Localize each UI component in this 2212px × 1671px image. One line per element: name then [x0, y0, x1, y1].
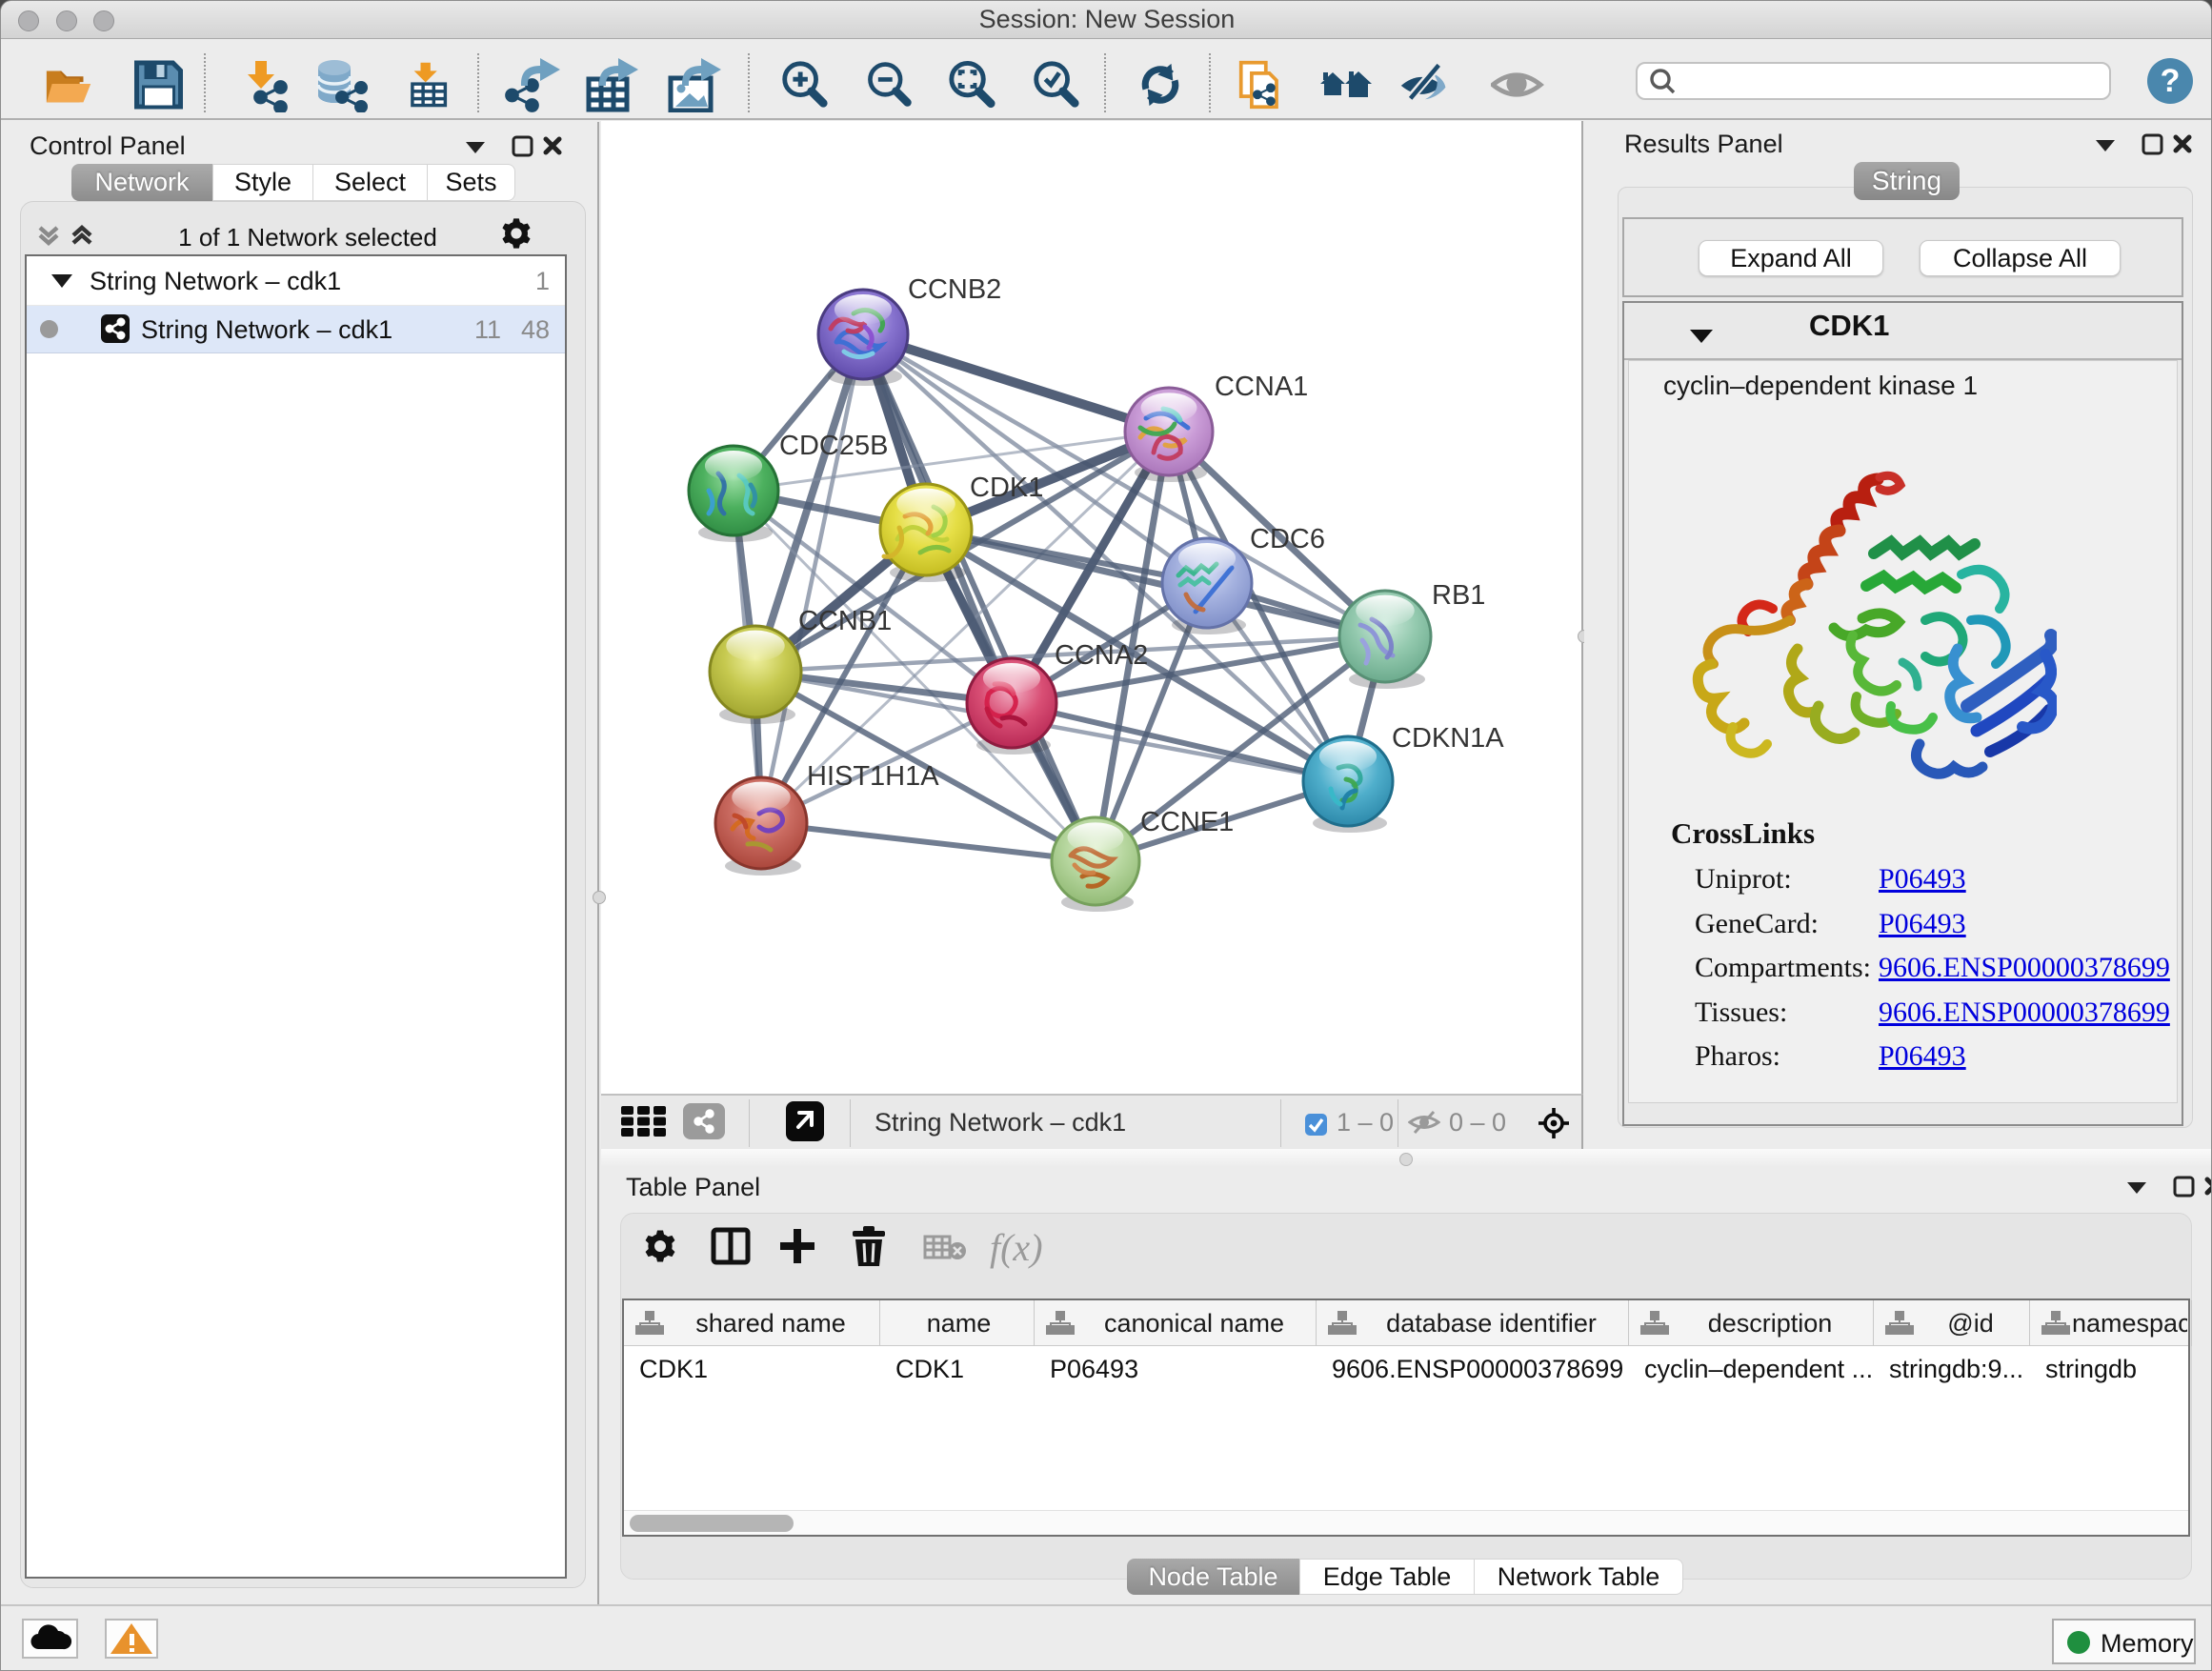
svg-text:CDC25B: CDC25B — [779, 431, 888, 461]
svg-text:HIST1H1A: HIST1H1A — [807, 761, 939, 792]
svg-text:CCNB2: CCNB2 — [908, 274, 1001, 305]
svg-text:CDC6: CDC6 — [1250, 524, 1325, 554]
svg-text:CDKN1A: CDKN1A — [1392, 723, 1504, 754]
svg-text:RB1: RB1 — [1432, 580, 1485, 611]
svg-text:CCNB1: CCNB1 — [798, 606, 892, 636]
svg-text:CDK1: CDK1 — [970, 473, 1043, 503]
svg-text:CCNA2: CCNA2 — [1055, 640, 1148, 671]
svg-text:CCNA1: CCNA1 — [1215, 372, 1308, 402]
svg-text:CCNE1: CCNE1 — [1140, 807, 1234, 837]
